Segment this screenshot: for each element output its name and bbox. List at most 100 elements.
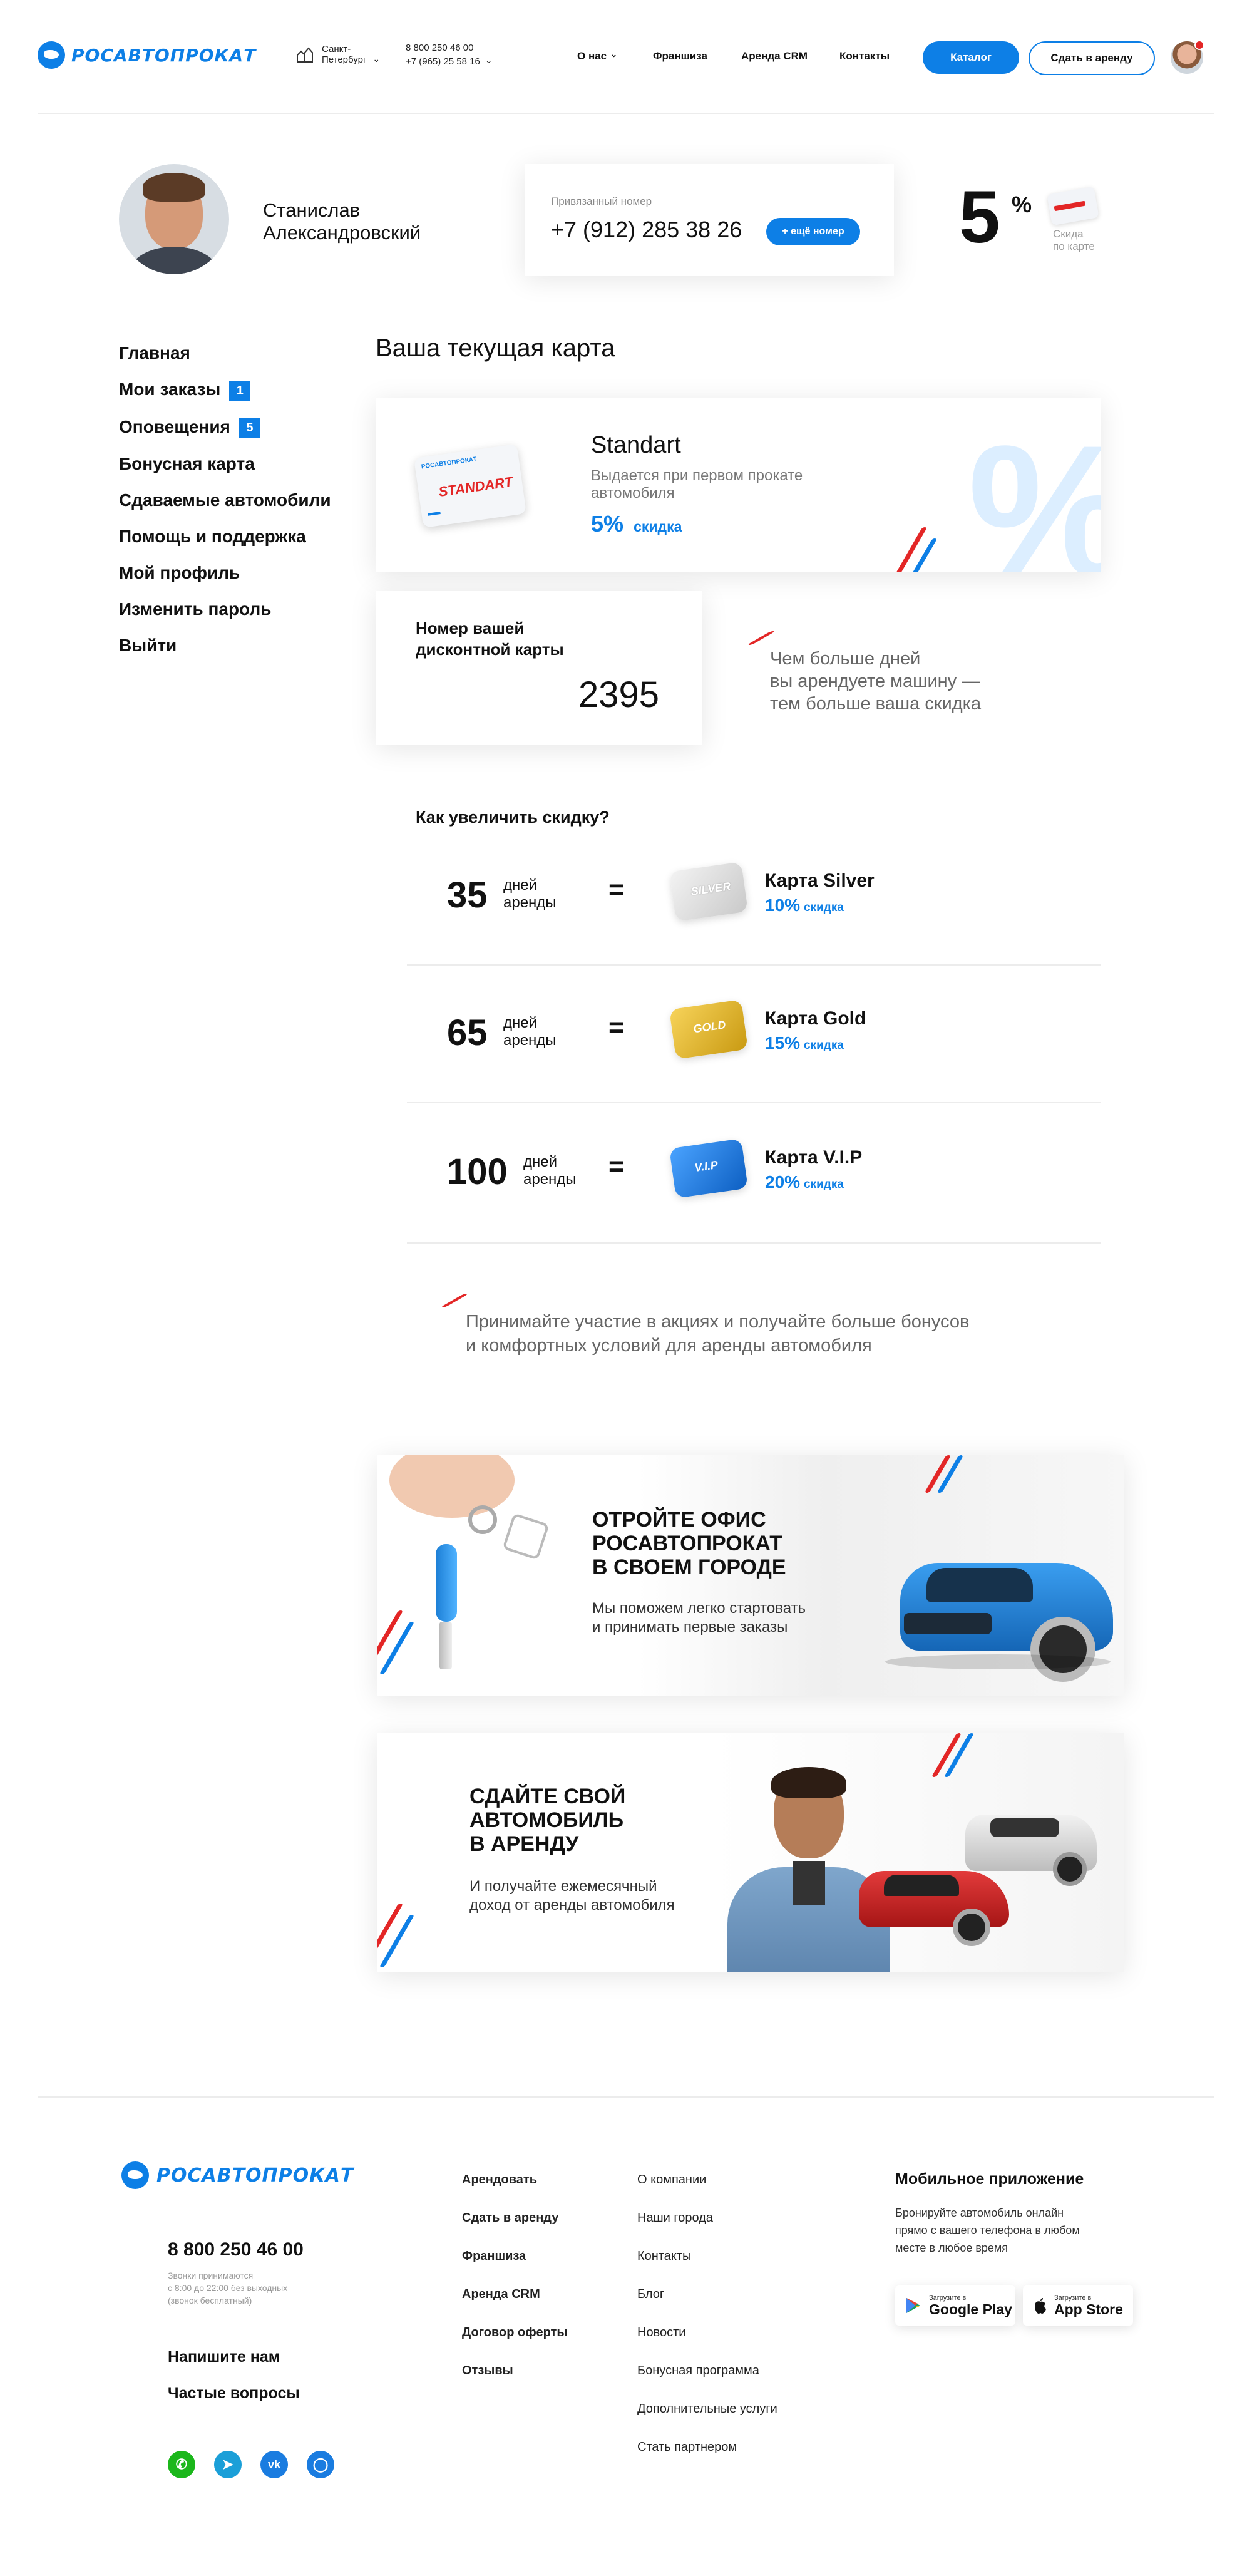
app-description: Бронируйте автомобиль онлайн прямо с ваш…	[895, 2204, 1080, 2257]
footer-link[interactable]: Наши города	[637, 2211, 777, 2225]
discount-caption: Скида по карте	[1053, 228, 1095, 253]
row-divider	[407, 1242, 1101, 1244]
google-play-button[interactable]: Загрузите в Google Play	[895, 2285, 1015, 2326]
days-word: дней	[523, 1153, 558, 1170]
faq-link[interactable]: Частые вопросы	[168, 2384, 300, 2403]
note-line: Чем больше дней	[770, 649, 921, 669]
banner-title-line: РОСАВТОПРОКАТ	[592, 1532, 783, 1555]
rent-out-button[interactable]: Сдать в аренду	[1029, 41, 1155, 75]
sidebar-item-bonus-card[interactable]: Бонусная карта	[119, 454, 331, 474]
footer-logo[interactable]: РОСАВТОПРОКАТ	[121, 2161, 354, 2189]
franchise-banner[interactable]: ОТРОЙТЕ ОФИС РОСАВТОПРОКАТ В СВОЕМ ГОРОД…	[377, 1455, 1124, 1696]
footer-link[interactable]: Договор оферты	[462, 2326, 567, 2340]
footer-link[interactable]: Арендовать	[462, 2173, 567, 2187]
equals-sign: =	[608, 874, 625, 905]
banner-title-line: СДАЙТЕ СВОЙ	[470, 1785, 626, 1808]
sidebar-item-orders[interactable]: Мои заказы 1	[119, 379, 331, 401]
discount-percent: 5	[959, 176, 1000, 259]
header-divider	[38, 113, 1214, 114]
level-card-name: Карта Silver	[765, 870, 875, 891]
sidebar-item-home[interactable]: Главная	[119, 343, 331, 363]
promo-line: и комфортных условий для аренды автомоби…	[466, 1336, 872, 1356]
vk-icon[interactable]: vk	[260, 2451, 288, 2478]
level-days: 35	[447, 875, 488, 915]
chevron-down-icon: ⌄	[610, 49, 618, 59]
footer-link[interactable]: Бонусная программа	[637, 2364, 777, 2378]
hours-line: (звонок бесплатный)	[168, 2295, 252, 2306]
footer-link[interactable]: Стать партнером	[637, 2440, 777, 2455]
app-store-button[interactable]: Загрузите в App Store	[1023, 2285, 1133, 2326]
sidebar-item-logout[interactable]: Выйти	[119, 636, 331, 656]
profile-name-last: Александровский	[263, 222, 421, 244]
card-label: V.I.P	[694, 1158, 719, 1175]
hours-line: с 8:00 до 22:00 без выходных	[168, 2283, 288, 2293]
vip-card-image: V.I.P	[669, 1138, 749, 1198]
discount-note: Чем больше дней вы арендуете машину — те…	[770, 647, 981, 715]
level-days-label: дней аренды	[503, 1014, 557, 1049]
phones[interactable]: 8 800 250 46 00 +7 (965) 25 58 16 ⌄	[406, 41, 493, 69]
footer-link[interactable]: Новости	[637, 2326, 777, 2340]
sidebar-item-notifications[interactable]: Оповещения 5	[119, 417, 331, 438]
footer-phone[interactable]: 8 800 250 46 00	[168, 2239, 304, 2260]
city-selector[interactable]: Санкт- Петербург ⌄	[295, 44, 380, 65]
whatsapp-icon[interactable]: ✆	[168, 2451, 195, 2478]
rent-out-banner-subtitle: И получайте ежемесячный доход от аренды …	[470, 1877, 675, 1915]
banner-sub-line: и принимать первые заказы	[592, 1619, 788, 1636]
city-line2: Петербург	[322, 54, 367, 65]
promo-line: Принимайте участие в акциях и получайте …	[466, 1312, 970, 1332]
sidebar-item-change-password[interactable]: Изменить пароль	[119, 599, 331, 619]
banner-title-line: АВТОМОБИЛЬ	[470, 1808, 624, 1832]
discount-number-card: Номер вашей дисконтной карты 2395	[376, 591, 702, 745]
footer-link[interactable]: Дополнительные услуги	[637, 2402, 777, 2416]
sidebar-item-rented-cars[interactable]: Сдаваемые автомобили	[119, 490, 331, 510]
logo[interactable]: РОСАВТОПРОКАТ	[38, 41, 256, 69]
nav-item-franchise[interactable]: Франшиза	[653, 50, 707, 63]
level-card-name: Карта V.I.P	[765, 1147, 863, 1168]
level-card-discount: 20% скидка	[765, 1172, 844, 1192]
label-line: дисконтной карты	[416, 640, 564, 659]
footer-divider	[38, 2096, 1214, 2098]
card-description: Выдается при первом прокате автомобиля	[591, 467, 803, 502]
sidebar-item-profile[interactable]: Мой профиль	[119, 563, 331, 583]
current-card-heading: Ваша текущая карта	[376, 334, 615, 362]
footer-link[interactable]: Блог	[637, 2287, 777, 2302]
days-word: аренды	[503, 1032, 557, 1049]
catalog-button[interactable]: Каталог	[923, 41, 1019, 74]
increase-heading: Как увеличить скидку?	[416, 808, 610, 827]
decor-stripe	[439, 1294, 470, 1307]
level-row: 100 дней аренды = V.I.P Карта V.I.P 20% с…	[407, 1116, 1101, 1241]
phone-main[interactable]: 8 800 250 46 00	[406, 41, 493, 55]
note-line: вы арендуете машину —	[770, 671, 980, 691]
franchise-banner-subtitle: Мы поможем легко стартовать и принимать …	[592, 1599, 806, 1637]
footer-link[interactable]: Сдать в аренду	[462, 2211, 567, 2225]
card-label: SILVER	[690, 880, 732, 898]
phone-secondary[interactable]: +7 (965) 25 58 16	[406, 55, 480, 69]
footer-link[interactable]: О компании	[637, 2173, 777, 2187]
sidebar-item-support[interactable]: Помощь и поддержка	[119, 527, 331, 547]
telegram-icon[interactable]: ➤	[214, 2451, 242, 2478]
days-word: дней	[503, 877, 538, 894]
nav-label: О нас	[577, 50, 607, 62]
write-us-link[interactable]: Напишите нам	[168, 2348, 280, 2366]
days-word: аренды	[503, 894, 557, 911]
pct-value: 15%	[765, 1033, 801, 1053]
footer-link[interactable]: Франшиза	[462, 2249, 567, 2264]
pct-word: скидка	[804, 901, 844, 914]
rent-out-banner[interactable]: СДАЙТЕ СВОЙ АВТОМОБИЛЬ В АРЕНДУ И получа…	[377, 1733, 1124, 1972]
footer-link[interactable]: Контакты	[637, 2249, 777, 2264]
add-phone-button[interactable]: + ещё номер	[766, 218, 860, 245]
banner-sub-line: доход от аренды автомобиля	[470, 1897, 675, 1914]
nav-item-crm[interactable]: Аренда CRM	[741, 50, 808, 63]
percent-decor-icon: %	[968, 417, 1101, 572]
nav-item-about[interactable]: О нас ⌄	[577, 49, 618, 63]
orders-count-badge: 1	[229, 380, 251, 401]
card-name: Standart	[591, 432, 681, 458]
footer-link[interactable]: Аренда CRM	[462, 2287, 567, 2302]
banner-title-line: В АРЕНДУ	[470, 1832, 579, 1856]
footer-link[interactable]: Отзывы	[462, 2364, 567, 2378]
nav-item-contacts[interactable]: Контакты	[839, 50, 890, 63]
instagram-icon[interactable]: ◯	[307, 2451, 334, 2478]
profile-name: Станислав Александровский	[263, 199, 421, 244]
card-label: GOLD	[692, 1018, 727, 1036]
decor-stripe	[379, 1915, 415, 1967]
